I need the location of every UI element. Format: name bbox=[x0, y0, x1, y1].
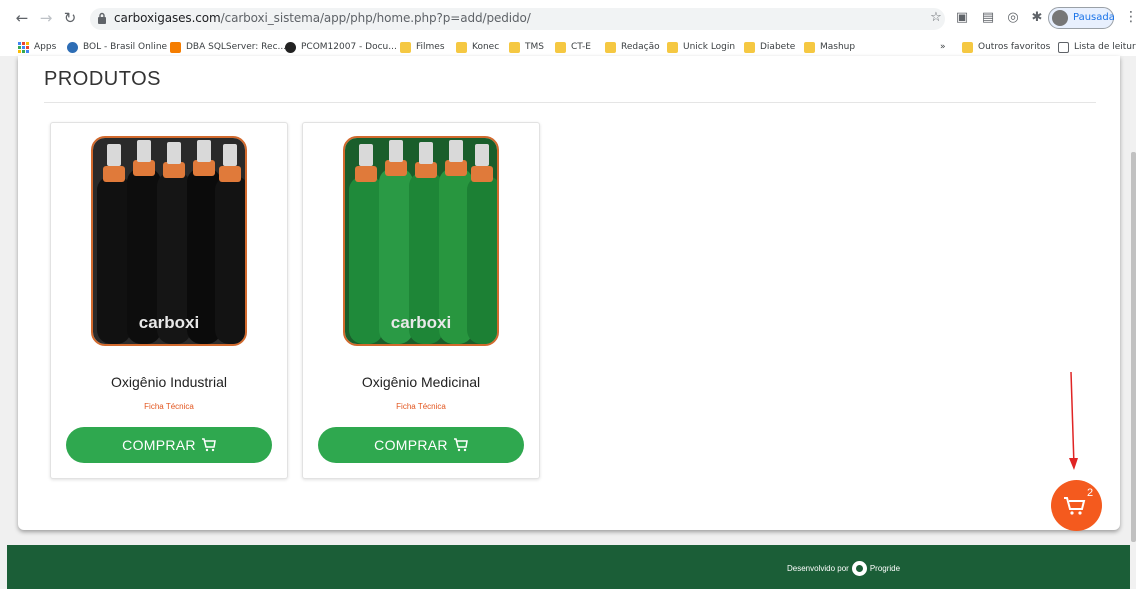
footer-text: Desenvolvido por bbox=[787, 564, 849, 573]
chat-extension-icon[interactable]: ◎ bbox=[1006, 11, 1020, 25]
bookmark-label: CT-E bbox=[571, 42, 591, 52]
product-image[interactable]: carboxi bbox=[343, 136, 499, 346]
bookmark-apps[interactable]: Apps bbox=[18, 40, 56, 54]
forward-arrow-icon[interactable]: → bbox=[38, 10, 54, 26]
folder-icon bbox=[667, 41, 678, 53]
lock-icon[interactable] bbox=[97, 12, 107, 24]
overflow-chevron-icon: » bbox=[940, 42, 946, 52]
reload-icon[interactable]: ↻ bbox=[62, 10, 78, 26]
brand-watermark: carboxi bbox=[139, 313, 199, 332]
bookmarks-bar: Apps BOL - Brasil Online DBA SQLServer: … bbox=[0, 38, 1136, 56]
page-title: PRODUTOS bbox=[44, 68, 161, 90]
bookmark-pcom[interactable]: PCOM12007 - Docu... bbox=[285, 40, 397, 54]
products-panel: PRODUTOS carboxi Oxigênio Industrial Fic… bbox=[18, 56, 1120, 530]
scrollbar-thumb[interactable] bbox=[1131, 152, 1136, 542]
blogger-icon bbox=[170, 41, 181, 53]
url-host: carboxigases.com bbox=[114, 11, 221, 25]
bookmarks-overflow-button[interactable]: » bbox=[940, 40, 946, 54]
product-card: carboxi Oxigênio Medicinal Ficha Técnica… bbox=[302, 122, 540, 479]
shopping-cart-icon bbox=[1064, 497, 1086, 515]
bookmark-label: Diabete bbox=[760, 42, 796, 52]
bookmark-mashup[interactable]: Mashup bbox=[804, 40, 855, 54]
bookmark-label: Outros favoritos bbox=[978, 42, 1051, 52]
reading-list-icon bbox=[1058, 41, 1069, 53]
bookmark-label: BOL - Brasil Online bbox=[83, 42, 168, 52]
profile-button[interactable]: Pausada bbox=[1048, 7, 1115, 29]
extension-icon[interactable]: ▣ bbox=[955, 11, 969, 25]
bookmark-label: Mashup bbox=[820, 42, 856, 52]
bookmark-label: Filmes bbox=[416, 42, 445, 52]
product-card: carboxi Oxigênio Industrial Ficha Técnic… bbox=[50, 122, 288, 479]
bookmark-redacao[interactable]: Redação bbox=[605, 40, 660, 54]
buy-button-label: COMPRAR bbox=[374, 437, 448, 453]
reading-list-button[interactable]: Lista de leitura bbox=[1058, 40, 1136, 54]
product-name: Oxigênio Medicinal bbox=[361, 374, 481, 390]
brand-watermark: carboxi bbox=[391, 313, 451, 332]
bookmark-diabete[interactable]: Diabete bbox=[744, 40, 795, 54]
bookmark-filmes[interactable]: Filmes bbox=[400, 40, 445, 54]
folder-icon bbox=[962, 41, 973, 53]
puzzle-icon[interactable]: ✱ bbox=[1030, 11, 1044, 25]
back-arrow-icon[interactable]: ← bbox=[14, 10, 30, 26]
menu-kebab-icon[interactable]: ⋮ bbox=[1124, 9, 1136, 25]
ficha-tecnica-link[interactable]: Ficha Técnica bbox=[303, 402, 539, 411]
buy-button[interactable]: COMPRAR bbox=[66, 427, 272, 463]
bookmark-label: Lista de leitura bbox=[1074, 42, 1136, 52]
folder-icon bbox=[400, 41, 411, 53]
bookmark-konec[interactable]: Konec bbox=[456, 40, 499, 54]
bookmark-bol[interactable]: BOL - Brasil Online bbox=[67, 40, 167, 54]
cart-floating-button[interactable]: 2 bbox=[1051, 480, 1102, 531]
divider bbox=[44, 102, 1096, 103]
bookmark-label: Unick Login bbox=[683, 42, 736, 52]
bookmark-cte[interactable]: CT-E bbox=[555, 40, 591, 54]
star-icon[interactable]: ☆ bbox=[929, 11, 943, 25]
progride-logo-icon bbox=[851, 561, 867, 576]
profile-label: Pausada bbox=[1073, 12, 1115, 23]
ficha-tecnica-link[interactable]: Ficha Técnica bbox=[51, 402, 287, 411]
cart-icon bbox=[453, 438, 468, 452]
bookmark-label: DBA SQLServer: Rec... bbox=[186, 42, 287, 52]
cart-icon bbox=[201, 438, 216, 452]
footer: Desenvolvido por Progride bbox=[7, 545, 1133, 589]
browser-toolbar: ← → ↻ carboxigases.com/carboxi_sistema/a… bbox=[0, 0, 1136, 38]
bookmark-label: PCOM12007 - Docu... bbox=[301, 42, 397, 52]
extension-icon[interactable]: ▤ bbox=[981, 11, 995, 25]
github-icon bbox=[285, 41, 296, 53]
folder-icon bbox=[744, 41, 755, 53]
buy-button[interactable]: COMPRAR bbox=[318, 427, 524, 463]
product-image[interactable]: carboxi bbox=[91, 136, 247, 346]
folder-icon bbox=[509, 41, 520, 53]
footer-brand-link[interactable]: Progride bbox=[870, 564, 900, 573]
url-text[interactable]: carboxigases.com/carboxi_sistema/app/php… bbox=[114, 11, 531, 25]
bookmark-other-favorites[interactable]: Outros favoritos bbox=[962, 40, 1050, 54]
avatar bbox=[1052, 10, 1068, 26]
folder-icon bbox=[555, 41, 566, 53]
url-path: /carboxi_sistema/app/php/home.php?p=add/… bbox=[220, 11, 531, 25]
folder-icon bbox=[456, 41, 467, 53]
annotation-arrow bbox=[1069, 371, 1078, 470]
bookmark-label: TMS bbox=[525, 42, 544, 52]
product-name: Oxigênio Industrial bbox=[111, 374, 227, 390]
buy-button-label: COMPRAR bbox=[122, 437, 196, 453]
apps-grid-icon bbox=[18, 41, 29, 53]
bookmark-label: Konec bbox=[472, 42, 500, 52]
bookmark-unick[interactable]: Unick Login bbox=[667, 40, 735, 54]
folder-icon bbox=[804, 41, 815, 53]
cart-count-badge: 2 bbox=[1087, 487, 1094, 499]
bol-icon bbox=[67, 41, 78, 53]
bookmark-dba[interactable]: DBA SQLServer: Rec... bbox=[170, 40, 286, 54]
folder-icon bbox=[605, 41, 616, 53]
bookmark-label: Apps bbox=[34, 42, 57, 52]
page-viewport: PRODUTOS carboxi Oxigênio Industrial Fic… bbox=[0, 56, 1136, 589]
bookmark-label: Redação bbox=[621, 42, 660, 52]
bookmark-tms[interactable]: TMS bbox=[509, 40, 544, 54]
